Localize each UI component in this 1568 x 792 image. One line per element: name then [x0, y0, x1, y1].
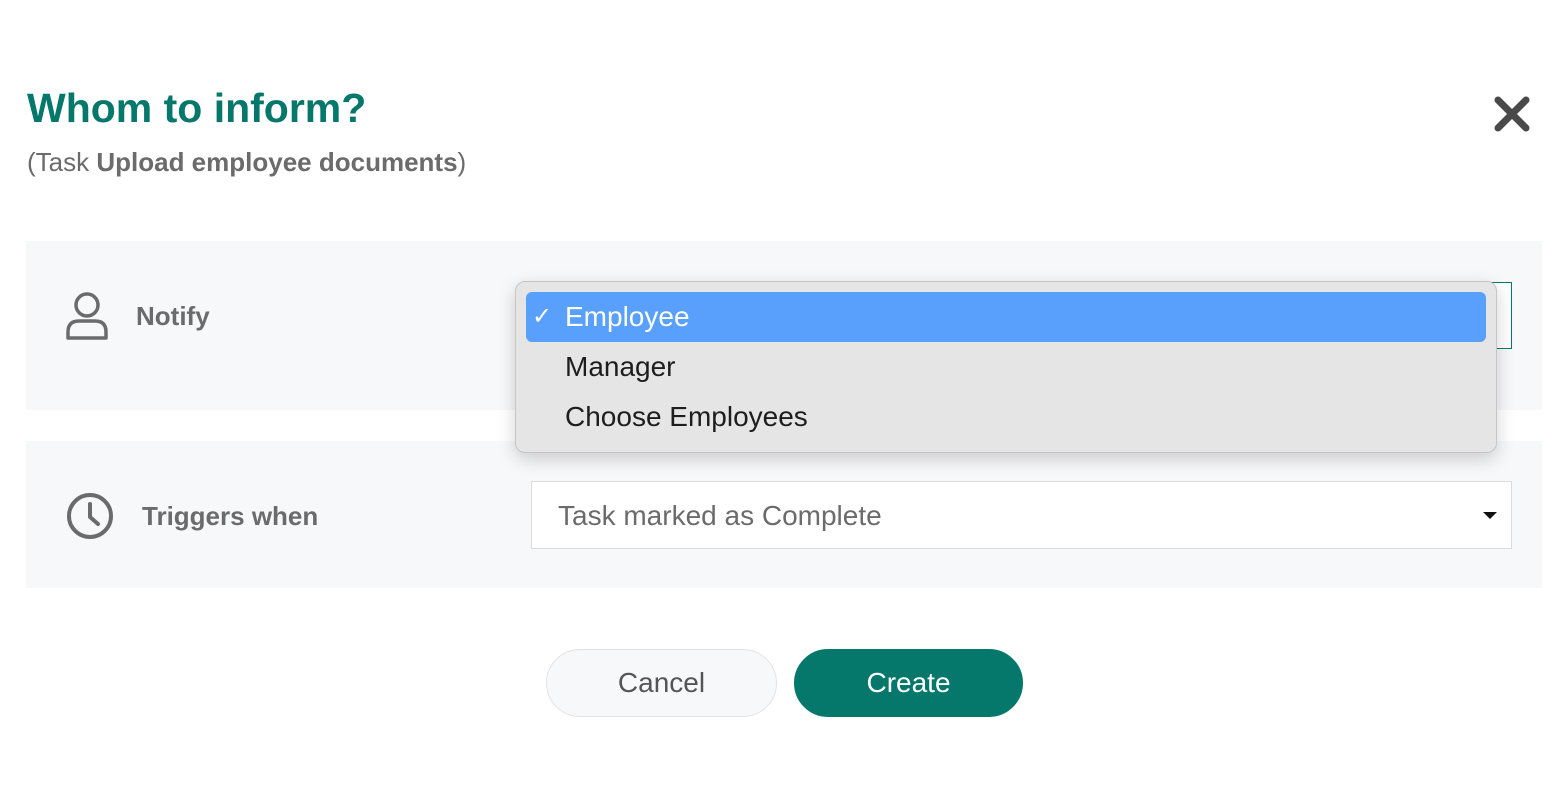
task-name: Upload employee documents [96, 147, 458, 177]
whom-to-inform-dialog: Whom to inform? (Task Upload employee do… [0, 0, 1568, 792]
checkmark-icon: ✓ [532, 303, 553, 330]
dropdown-option-choose-employees[interactable]: Choose Employees [526, 392, 1486, 442]
create-button[interactable]: Create [794, 649, 1023, 717]
option-label: Choose Employees [565, 401, 808, 432]
trigger-select[interactable]: Task marked as Complete [531, 481, 1512, 549]
subtitle-suffix: ) [457, 147, 467, 177]
notify-label: Notify [136, 301, 210, 331]
triggers-label: Triggers when [142, 501, 319, 531]
trigger-select-value: Task marked as Complete [558, 500, 882, 531]
clock-icon [67, 493, 113, 539]
dialog-subtitle: (Task Upload employee documents) [27, 145, 466, 179]
dropdown-option-employee[interactable]: ✓ Employee [526, 292, 1486, 342]
chevron-down-icon [1483, 512, 1497, 519]
cancel-button[interactable]: Cancel [546, 649, 777, 717]
close-button[interactable] [1488, 88, 1538, 138]
triggers-row: Triggers when Task marked as Complete [26, 441, 1542, 588]
subtitle-prefix: (Task [27, 147, 97, 177]
dropdown-option-manager[interactable]: Manager [526, 342, 1486, 392]
option-label: Manager [565, 351, 676, 382]
close-icon [1494, 96, 1530, 132]
user-icon [66, 292, 108, 340]
notify-dropdown-menu: ✓ Employee Manager Choose Employees [515, 281, 1497, 453]
option-label: Employee [565, 301, 690, 332]
dialog-title: Whom to inform? [27, 85, 367, 131]
